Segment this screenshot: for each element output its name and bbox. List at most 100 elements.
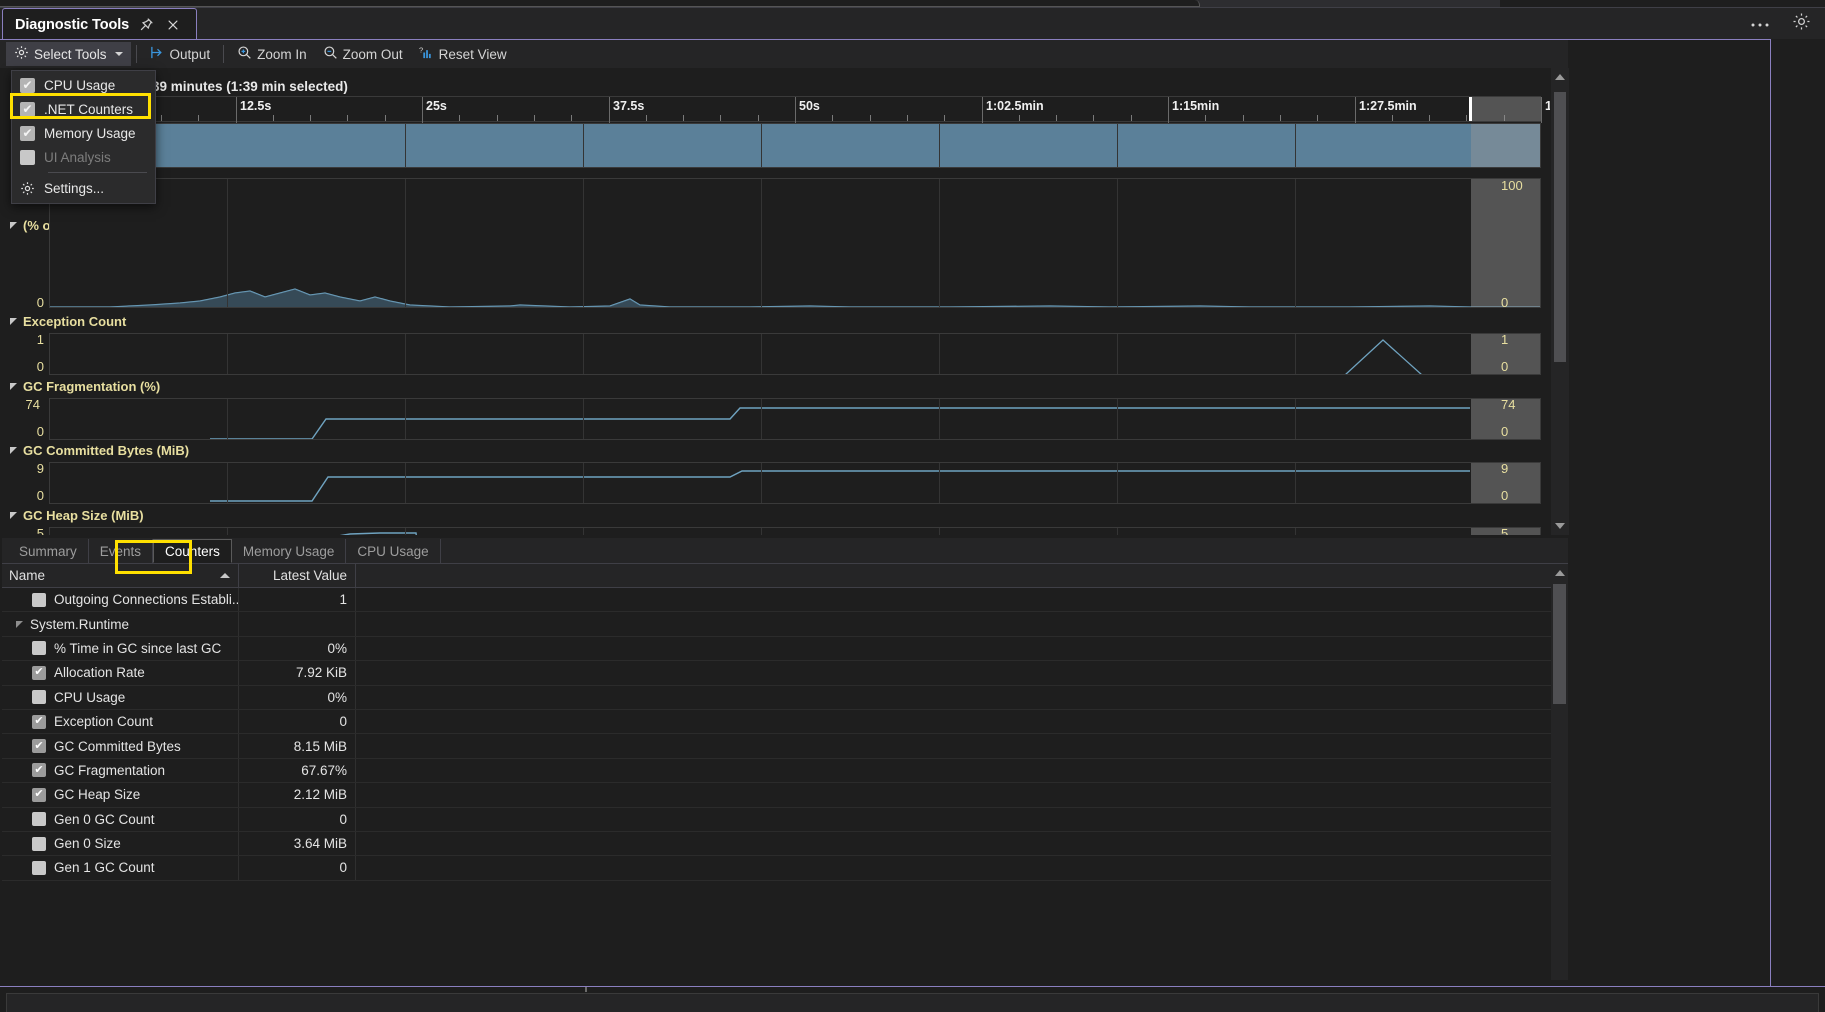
menu-item-settings[interactable]: Settings...	[12, 176, 155, 200]
row-filler	[356, 734, 1568, 757]
tab-diagnostic-tools[interactable]: Diagnostic Tools	[2, 8, 197, 40]
zoom-in-button[interactable]: Zoom In	[229, 42, 315, 66]
column-header-name[interactable]: Name	[2, 564, 239, 587]
menu-item-cpu-usage-label: CPU Usage	[44, 78, 115, 93]
ruler-tick-label: 1:40	[1542, 99, 1550, 114]
table-row[interactable]: ✔ GC Committed Bytes 8.15 MiB	[2, 734, 1568, 758]
table-row[interactable]: ✔ Allocation Rate 7.92 KiB	[2, 661, 1568, 685]
chart-gc-fragmentation[interactable]	[49, 398, 1541, 440]
scroll-up-arrow-icon[interactable]	[1551, 564, 1569, 582]
tab-cpu-usage[interactable]: CPU Usage	[346, 539, 440, 563]
chart-gc-heap-size[interactable]	[49, 527, 1541, 535]
chart-cpu-percent[interactable]	[49, 178, 1541, 308]
zoom-out-label: Zoom Out	[343, 47, 403, 62]
chart-exception-count[interactable]	[49, 333, 1541, 375]
output-button[interactable]: Output	[142, 42, 219, 66]
select-tools-button[interactable]: Select Tools	[6, 42, 131, 66]
scroll-thumb[interactable]	[1554, 92, 1566, 362]
section-title-gc-committed-bytes[interactable]: GC Committed Bytes (MiB)	[10, 443, 189, 458]
chart-gc-committed-bytes[interactable]	[49, 462, 1541, 504]
section-title-gc-heap-size[interactable]: GC Heap Size (MiB)	[10, 508, 144, 523]
table-row[interactable]: ✔ Exception Count 0	[2, 710, 1568, 734]
checkbox-checked-icon[interactable]: ✔	[20, 78, 35, 93]
details-tabstrip: Summary Events Counters Memory Usage CPU…	[2, 538, 1568, 564]
tab-summary[interactable]: Summary	[8, 539, 89, 563]
scroll-up-arrow-icon[interactable]	[1551, 68, 1569, 86]
menu-item-net-counters[interactable]: ✔ .NET Counters	[12, 97, 155, 121]
ruler-minor-tick	[1280, 115, 1281, 121]
row-value-cell: 67.67%	[239, 759, 356, 782]
tab-counters[interactable]: Counters	[153, 539, 232, 563]
table-row[interactable]: ✔ Gen 0 GC Count 0	[2, 808, 1568, 832]
row-checkbox[interactable]: ✔	[32, 837, 46, 851]
scroll-thumb[interactable]	[1553, 584, 1566, 704]
tab-cpu-usage-label: CPU Usage	[357, 544, 428, 559]
axis-label-heap-right-5: 5	[1501, 526, 1545, 535]
row-checkbox[interactable]: ✔	[32, 715, 46, 729]
ellipsis-icon[interactable]	[1750, 15, 1770, 33]
scroll-down-arrow-icon[interactable]	[1551, 517, 1569, 535]
row-checkbox[interactable]: ✔	[32, 641, 46, 655]
menu-item-cpu-usage[interactable]: ✔ CPU Usage	[12, 73, 155, 97]
table-row[interactable]: ✔ % Time in GC since last GC 0%	[2, 637, 1568, 661]
row-filler	[356, 686, 1568, 709]
column-header-latest-value[interactable]: Latest Value	[239, 564, 356, 587]
ruler-tick-1: 25s	[422, 97, 447, 123]
table-row[interactable]: ✔ GC Heap Size 2.12 MiB	[2, 783, 1568, 807]
ruler-minor-tick	[1317, 115, 1318, 121]
section-title-exception-count[interactable]: Exception Count	[10, 314, 126, 329]
row-value-cell: 0%	[239, 686, 356, 709]
gc-heap-size-series	[50, 528, 1541, 535]
tab-events[interactable]: Events	[89, 539, 153, 563]
magnifier-minus-icon	[323, 45, 338, 63]
table-row[interactable]: ✔ Outgoing Connections Establi... 1	[2, 588, 1568, 612]
selection-dim-right	[1471, 124, 1541, 167]
row-checkbox[interactable]: ✔	[32, 666, 46, 680]
row-value-cell: 2.12 MiB	[239, 783, 356, 806]
section-label-gc-committed-bytes: GC Committed Bytes (MiB)	[23, 443, 189, 458]
section-title-gc-fragmentation[interactable]: GC Fragmentation (%)	[10, 379, 160, 394]
gear-icon[interactable]	[1792, 12, 1811, 36]
menu-separator	[48, 172, 147, 173]
table-row[interactable]: ✔ Gen 0 Size 3.64 MiB	[2, 832, 1568, 856]
table-row[interactable]: ✔ CPU Usage 0%	[2, 686, 1568, 710]
chart-cpu-usage-band[interactable]	[49, 123, 1541, 168]
reset-view-label: Reset View	[439, 47, 507, 62]
row-checkbox[interactable]: ✔	[32, 812, 46, 826]
table-row[interactable]: ✔ GC Fragmentation 67.67%	[2, 759, 1568, 783]
axis-label-cpu-left-0: 0	[6, 295, 44, 310]
row-checkbox[interactable]: ✔	[32, 593, 46, 607]
row-name-label: Outgoing Connections Establi...	[54, 592, 239, 607]
details-vertical-scrollbar[interactable]	[1551, 564, 1568, 980]
row-checkbox[interactable]: ✔	[32, 763, 46, 777]
row-checkbox[interactable]: ✔	[32, 739, 46, 753]
zoom-out-button[interactable]: Zoom Out	[315, 42, 411, 66]
ruler-tick-label: 50s	[796, 99, 820, 114]
menu-item-memory-usage[interactable]: ✔ Memory Usage	[12, 121, 155, 145]
select-tools-menu[interactable]: ✔ CPU Usage ✔ .NET Counters ✔ Memory Usa…	[11, 70, 156, 204]
ruler-minor-tick	[1093, 115, 1094, 121]
tab-memory-usage[interactable]: Memory Usage	[232, 539, 347, 563]
collapse-triangle-icon[interactable]	[16, 621, 23, 628]
timeline-selection-dim	[1472, 97, 1541, 121]
row-checkbox[interactable]: ✔	[32, 861, 46, 875]
ruler-tick-7: 1:40	[1541, 97, 1550, 123]
row-value-cell: 0	[239, 808, 356, 831]
counters-table-body: ✔ Outgoing Connections Establi... 1 Syst…	[2, 588, 1568, 958]
ruler-minor-tick	[459, 115, 460, 121]
bar-chart-question-icon: ?	[419, 45, 434, 63]
reset-view-button[interactable]: ? Reset View	[411, 42, 515, 66]
toolbar-separator-2	[223, 45, 224, 63]
ruler-minor-tick	[534, 115, 535, 121]
row-checkbox[interactable]: ✔	[32, 788, 46, 802]
checkbox-checked-icon[interactable]: ✔	[20, 126, 35, 141]
timeline-ruler[interactable]: 12.5s25s37.5s50s1:02.5min1:15min1:27.5mi…	[49, 96, 1541, 122]
axis-label-frag-left-74: 74	[2, 397, 40, 412]
table-row-group[interactable]: System.Runtime	[2, 612, 1568, 636]
close-icon[interactable]	[164, 16, 181, 33]
checkbox-checked-icon[interactable]: ✔	[20, 102, 35, 117]
graph-vertical-scrollbar[interactable]	[1551, 68, 1569, 535]
pin-icon[interactable]	[138, 16, 155, 33]
table-row[interactable]: ✔ Gen 1 GC Count 0	[2, 856, 1568, 880]
row-checkbox[interactable]: ✔	[32, 690, 46, 704]
